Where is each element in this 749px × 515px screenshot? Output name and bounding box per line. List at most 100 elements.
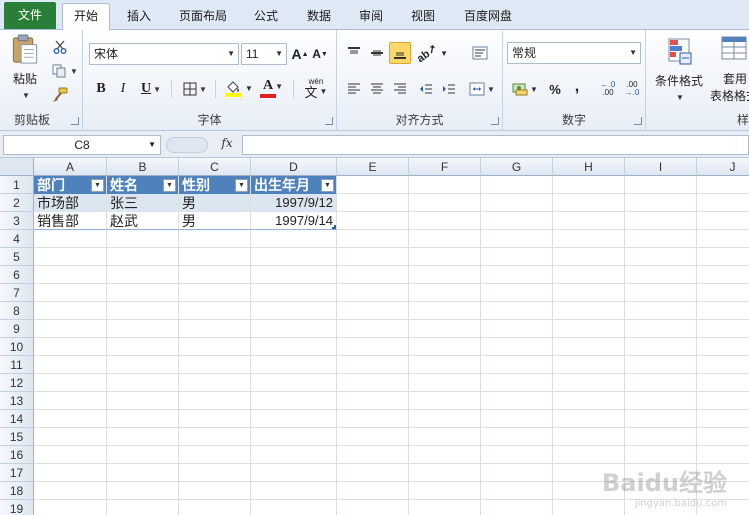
table-resize-handle[interactable] <box>332 225 336 229</box>
clipboard-launcher-icon[interactable] <box>71 117 79 125</box>
name-box[interactable]: C8 ▼ <box>3 135 161 155</box>
orientation-button[interactable]: ab↗ ▼ <box>415 42 448 64</box>
row-header-3[interactable]: 3 <box>0 212 34 230</box>
row-header-1[interactable]: 1 <box>0 176 34 194</box>
chevron-down-icon[interactable]: ▼ <box>629 43 637 63</box>
bold-button[interactable]: B <box>91 78 111 100</box>
percent-style-button[interactable]: % <box>545 78 565 100</box>
table-header-cell[interactable]: 性别 ▼ <box>179 176 250 194</box>
filter-dropdown-icon[interactable]: ▼ <box>91 179 104 192</box>
row-header-5[interactable]: 5 <box>0 248 34 266</box>
merge-center-button[interactable]: ▼ <box>467 78 497 100</box>
font-color-button[interactable]: A ▼ <box>257 76 289 100</box>
table-cell[interactable]: 销售部 <box>34 212 106 230</box>
comma-style-button[interactable]: , <box>569 76 585 98</box>
shrink-font-button[interactable]: A ▼ <box>311 44 329 64</box>
select-all-corner[interactable] <box>0 158 34 176</box>
column-header-b[interactable]: B <box>107 158 179 176</box>
align-bottom-button[interactable] <box>389 42 411 64</box>
row-header-12[interactable]: 12 <box>0 374 34 392</box>
number-launcher-icon[interactable] <box>634 117 642 125</box>
phonetic-guide-button[interactable]: wén 文 ▼ <box>299 74 333 102</box>
increase-decimal-button[interactable]: ←.0 .00 <box>597 78 619 100</box>
table-header-cell[interactable]: 出生年月 ▼ <box>251 176 336 194</box>
decrease-indent-button[interactable] <box>415 78 437 100</box>
fill-color-button[interactable]: ▼ <box>223 76 255 100</box>
tab-insert[interactable]: 插入 <box>116 4 162 30</box>
format-as-table-button[interactable]: 套用 表格格式 <box>708 34 749 104</box>
row-header-8[interactable]: 8 <box>0 302 34 320</box>
font-launcher-icon[interactable] <box>325 117 333 125</box>
column-header-d[interactable]: D <box>251 158 337 176</box>
column-header-c[interactable]: C <box>179 158 251 176</box>
row-header-7[interactable]: 7 <box>0 284 34 302</box>
cut-button[interactable] <box>50 38 70 56</box>
insert-function-button[interactable]: fx <box>215 136 239 154</box>
column-header-e[interactable]: E <box>337 158 409 176</box>
column-header-j[interactable]: J <box>697 158 749 176</box>
tab-home[interactable]: 开始 <box>62 3 110 30</box>
align-middle-button[interactable] <box>366 42 388 64</box>
row-header-16[interactable]: 16 <box>0 446 34 464</box>
row-header-15[interactable]: 15 <box>0 428 34 446</box>
table-header-cell[interactable]: 姓名 ▼ <box>107 176 178 194</box>
worksheet-grid[interactable]: ABCDEFGHIJ 1 2 3 4 5 6 7 8 9 10 11 12 13 14 15 16 17 18 19… <box>0 158 749 515</box>
accounting-format-button[interactable]: ▼ <box>509 78 541 100</box>
column-header-h[interactable]: H <box>553 158 625 176</box>
table-cell[interactable]: 市场部 <box>34 194 106 212</box>
number-format-combo[interactable]: 常规 ▼ <box>507 42 641 64</box>
decrease-decimal-button[interactable]: .00 →.0 <box>621 78 643 100</box>
row-header-9[interactable]: 9 <box>0 320 34 338</box>
align-right-button[interactable] <box>389 78 411 100</box>
row-header-4[interactable]: 4 <box>0 230 34 248</box>
filter-dropdown-icon[interactable]: ▼ <box>235 179 248 192</box>
filter-dropdown-icon[interactable]: ▼ <box>163 179 176 192</box>
column-header-f[interactable]: F <box>409 158 481 176</box>
tab-data[interactable]: 数据 <box>298 4 340 30</box>
tab-formulas[interactable]: 公式 <box>246 4 286 30</box>
chevron-down-icon[interactable]: ▼ <box>227 44 235 64</box>
row-header-13[interactable]: 13 <box>0 392 34 410</box>
align-center-button[interactable] <box>366 78 388 100</box>
table-cell[interactable]: 张三 <box>107 194 178 212</box>
table-cell[interactable]: 1997/9/12 <box>251 194 336 212</box>
table-cell[interactable]: 1997/9/14 <box>251 212 336 230</box>
conditional-format-button[interactable]: 条件格式 ▼ <box>650 34 708 104</box>
row-header-18[interactable]: 18 <box>0 482 34 500</box>
table-cell[interactable]: 男 <box>179 212 250 230</box>
chevron-down-icon[interactable]: ▼ <box>275 44 283 64</box>
column-header-i[interactable]: I <box>625 158 697 176</box>
font-name-combo[interactable]: 宋体 ▼ <box>89 43 239 65</box>
align-left-button[interactable] <box>343 78 365 100</box>
chevron-down-icon[interactable]: ▼ <box>148 136 156 154</box>
row-header-10[interactable]: 10 <box>0 338 34 356</box>
column-header-a[interactable]: A <box>34 158 107 176</box>
row-header-6[interactable]: 6 <box>0 266 34 284</box>
tab-file[interactable]: 文件 <box>4 2 56 29</box>
formula-input[interactable] <box>242 135 749 155</box>
font-size-combo[interactable]: 11 ▼ <box>241 43 287 65</box>
tab-review[interactable]: 审阅 <box>350 4 392 30</box>
row-header-2[interactable]: 2 <box>0 194 34 212</box>
row-header-14[interactable]: 14 <box>0 410 34 428</box>
table-cell[interactable]: 赵武 <box>107 212 178 230</box>
row-header-19[interactable]: 19 <box>0 500 34 515</box>
table-header-cell[interactable]: 部门 ▼ <box>34 176 106 194</box>
align-top-button[interactable] <box>343 42 365 64</box>
row-header-17[interactable]: 17 <box>0 464 34 482</box>
increase-indent-button[interactable] <box>438 78 460 100</box>
tab-baidu-netdisk[interactable]: 百度网盘 <box>456 4 520 30</box>
borders-button[interactable]: ▼ <box>179 78 211 100</box>
paste-button[interactable]: 粘贴 ▼ <box>8 34 42 100</box>
copy-button[interactable]: ▼ <box>50 62 80 80</box>
column-header-g[interactable]: G <box>481 158 553 176</box>
filter-dropdown-icon[interactable]: ▼ <box>321 179 334 192</box>
underline-button[interactable]: U ▼ <box>136 78 166 100</box>
italic-button[interactable]: I <box>113 78 133 100</box>
row-header-11[interactable]: 11 <box>0 356 34 374</box>
formula-bar-splitter[interactable] <box>166 137 208 153</box>
format-painter-button[interactable] <box>50 86 70 104</box>
tab-page-layout[interactable]: 页面布局 <box>170 4 236 30</box>
wrap-text-button[interactable] <box>469 42 491 64</box>
grow-font-button[interactable]: A ▲ <box>291 44 309 64</box>
